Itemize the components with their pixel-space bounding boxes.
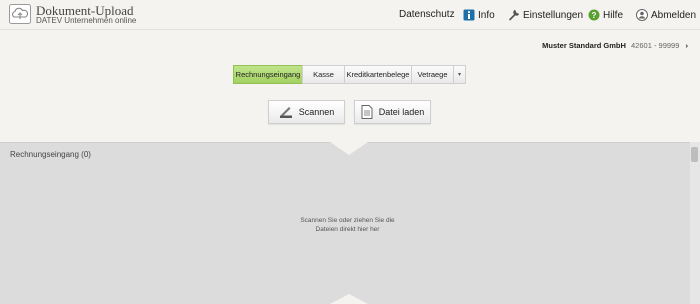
scanner-icon (279, 107, 292, 118)
dropzone-notch-top (330, 142, 368, 155)
tab-vetraege[interactable]: Vetraege (411, 65, 454, 84)
scrollbar-thumb[interactable] (691, 147, 698, 162)
svg-text:?: ? (592, 11, 597, 20)
scan-button-label: Scannen (298, 107, 335, 117)
scan-button[interactable]: Scannen (268, 100, 345, 124)
wrench-icon (509, 10, 519, 21)
nav-label: Abmelden (651, 9, 697, 21)
nav-settings-link[interactable]: Einstellungen (508, 9, 583, 21)
nav-logout-link[interactable]: Abmelden (636, 9, 696, 21)
dropzone-notch-bottom (330, 294, 368, 304)
dropzone-hint-line: Dateien direkt hier her (315, 226, 380, 233)
dropzone-title: Rechnungseingang (0) (10, 150, 91, 159)
chevron-right-icon: › (685, 41, 689, 50)
tab-kasse[interactable]: Kasse (302, 65, 345, 84)
nav-info-link[interactable]: Info (463, 9, 495, 21)
category-tabs: Rechnungseingang Kasse Kreditkartenbeleg… (233, 65, 466, 84)
load-file-button-label: Datei laden (378, 107, 425, 117)
dropzone-scrollbar[interactable] (690, 142, 700, 304)
info-icon (463, 9, 475, 21)
dropzone-hint: Scannen Sie oder ziehen Sie die Dateien … (280, 216, 415, 234)
cloud-upload-icon (9, 4, 31, 24)
tab-kreditkartenbelege[interactable]: Kreditkartenbelege (344, 65, 412, 84)
nav-label: Info (478, 9, 495, 21)
nav-label: Hilfe (603, 9, 624, 21)
dropzone-hint-line: Scannen Sie oder ziehen Sie die (300, 217, 395, 224)
help-icon: ? (588, 9, 600, 21)
user-icon (636, 9, 648, 21)
nav-help-link[interactable]: ? Hilfe (588, 9, 623, 21)
nav-label: Einstellungen (523, 9, 584, 21)
load-file-button[interactable]: Datei laden (354, 100, 431, 124)
tab-rechnungseingang[interactable]: Rechnungseingang (233, 65, 303, 84)
document-icon (361, 105, 373, 119)
nav-datenschutz-link[interactable]: Datenschutz (399, 9, 455, 20)
app-subtitle: DATEV Unternehmen online (36, 16, 137, 25)
app-header: Dokument-Upload DATEV Unternehmen online… (0, 0, 700, 30)
company-number: 42601 - 99999 (631, 41, 680, 50)
nav-label: Datenschutz (399, 9, 455, 20)
tabs-more-dropdown[interactable]: ▾ (453, 65, 466, 84)
company-name: Muster Standard GmbH (542, 41, 626, 50)
company-selector[interactable]: Muster Standard GmbH 42601 - 99999 › (542, 41, 688, 50)
